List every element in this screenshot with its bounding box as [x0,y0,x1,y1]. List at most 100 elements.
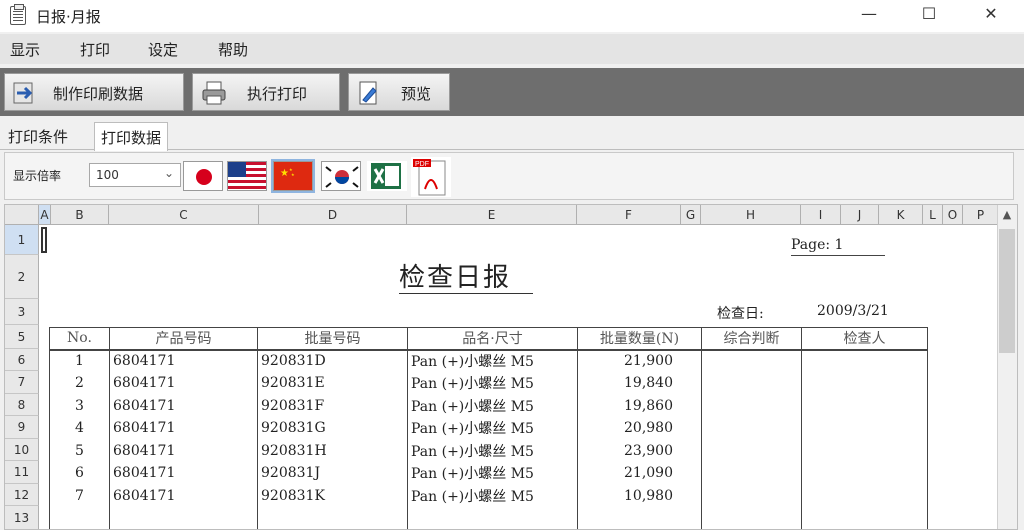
zoom-select[interactable]: 100 ⌄ [89,163,181,187]
execute-print-button[interactable]: 执行打印 [192,73,340,111]
row-header[interactable]: 13 [5,506,39,529]
zoom-toolbar: 显示倍率 100 ⌄ ★ ★ ★ PDF [4,152,1014,200]
row-header[interactable]: 7 [5,371,39,394]
cell-no: 5 [49,439,110,462]
cell-judgment [701,417,802,440]
report-table: No. 产品号码 批量号码 品名·尺寸 批量数量(N) 综合判断 检查人 1 6… [49,327,928,529]
cell-lot: 920831G [257,417,408,440]
cell-empty [701,507,802,529]
china-flag-icon[interactable]: ★ ★ ★ [271,159,315,193]
cell-name: Pan (+)小螺丝 M5 [407,417,578,440]
chevron-down-icon: ⌄ [163,166,174,180]
preview-label: 预览 [401,85,432,103]
cell-judgment [701,394,802,417]
column-header[interactable]: P [963,205,999,225]
column-header[interactable]: I [801,205,841,225]
column-header[interactable]: D [259,205,407,225]
menu-print[interactable]: 打印 [80,39,110,60]
zoom-value: 100 [96,168,119,182]
minimize-button[interactable]: — [846,0,892,30]
cell-inspector [801,484,928,507]
row-header[interactable]: 1 [5,225,39,255]
row-header[interactable]: 8 [5,394,39,416]
header-overall-judgment: 综合判断 [701,327,802,351]
cell-inspector [801,372,928,395]
row-header[interactable]: 10 [5,439,39,461]
preview-button[interactable]: 预览 [348,73,450,111]
inspection-date-value: 2009/3/21 [817,303,889,319]
cell-judgment [701,349,802,372]
cell-no: 3 [49,394,110,417]
cell-product: 6804171 [109,372,258,395]
cell-no: 7 [49,484,110,507]
pdf-icon[interactable]: PDF [411,157,451,197]
row-header[interactable]: 5 [5,325,39,349]
maximize-button[interactable]: ☐ [906,0,952,30]
column-header[interactable]: B [51,205,109,225]
cell-qty: 20,980 [577,417,702,440]
column-header[interactable]: E [407,205,577,225]
preview-icon [359,81,377,105]
inspection-date-label: 检查日: [717,306,764,322]
japan-flag-icon[interactable] [183,161,223,191]
app-window: 日报·月报 — ☐ ✕ 显示 打印 设定 帮助 制作印刷数据 执行打印 预览 打… [0,0,1024,530]
make-print-data-button[interactable]: 制作印刷数据 [4,73,184,111]
row-header[interactable]: 11 [5,461,39,484]
execute-print-label: 执行打印 [247,85,308,103]
header-lot-number: 批量号码 [257,327,408,351]
row-header[interactable]: 6 [5,349,39,371]
cell-judgment [701,372,802,395]
cell-no: 1 [49,349,110,372]
zoom-label: 显示倍率 [13,169,62,183]
row-header[interactable]: 3 [5,299,39,325]
table-row: 1 6804171 920831D Pan (+)小螺丝 M5 21,900 [49,349,928,372]
header-product-code: 产品号码 [109,327,258,351]
arrow-right-icon [13,82,33,104]
header-inspector: 检查人 [801,327,928,351]
cell-product: 6804171 [109,417,258,440]
cell-name: Pan (+)小螺丝 M5 [407,439,578,462]
row-header[interactable]: 9 [5,416,39,439]
toolbar: 制作印刷数据 执行打印 预览 [0,68,1024,116]
cell-empty [49,507,110,529]
svg-text:★: ★ [291,172,295,177]
menu-display[interactable]: 显示 [10,39,40,60]
close-button[interactable]: ✕ [968,0,1014,30]
cell-product: 6804171 [109,394,258,417]
tab-print-data[interactable]: 打印数据 [94,122,169,151]
header-item-size: 品名·尺寸 [407,327,578,351]
spreadsheet-view[interactable]: A B C D E F G H I J K L O P 1 2 3 5 6 7 … [4,204,1018,530]
column-header[interactable]: C [109,205,259,225]
table-row: 7 6804171 920831K Pan (+)小螺丝 M5 10,980 [49,484,928,507]
header-lot-quantity: 批量数量(N) [577,327,702,351]
column-header[interactable]: A [39,205,51,225]
cell-name: Pan (+)小螺丝 M5 [407,462,578,485]
excel-icon[interactable] [367,161,407,191]
column-header[interactable]: H [701,205,801,225]
row-header[interactable]: 2 [5,255,39,299]
column-header[interactable]: F [577,205,681,225]
tab-print-conditions[interactable]: 打印条件 [2,122,74,149]
table-header-row: No. 产品号码 批量号码 品名·尺寸 批量数量(N) 综合判断 检查人 [49,327,928,351]
column-header[interactable]: O [943,205,963,225]
column-header[interactable]: K [879,205,923,225]
table-row: 2 6804171 920831E Pan (+)小螺丝 M5 19,840 [49,372,928,395]
scroll-up-icon[interactable]: ▲ [997,205,1017,225]
cell-empty [109,507,258,529]
scrollbar-thumb[interactable] [999,229,1015,353]
cell-judgment [701,439,802,462]
cell-qty: 19,840 [577,372,702,395]
column-header[interactable]: J [841,205,879,225]
row-header[interactable]: 12 [5,484,39,506]
usa-flag-icon[interactable] [227,161,267,191]
korea-flag-icon[interactable] [321,161,361,191]
menu-help[interactable]: 帮助 [218,39,248,60]
vertical-scrollbar[interactable]: ▲ [997,205,1017,529]
column-header[interactable]: L [923,205,943,225]
cell-lot: 920831K [257,484,408,507]
menu-settings[interactable]: 设定 [148,39,178,60]
cell-qty: 10,980 [577,484,702,507]
column-header[interactable]: G [681,205,701,225]
cell-name: Pan (+)小螺丝 M5 [407,349,578,372]
cell-lot: 920831H [257,439,408,462]
